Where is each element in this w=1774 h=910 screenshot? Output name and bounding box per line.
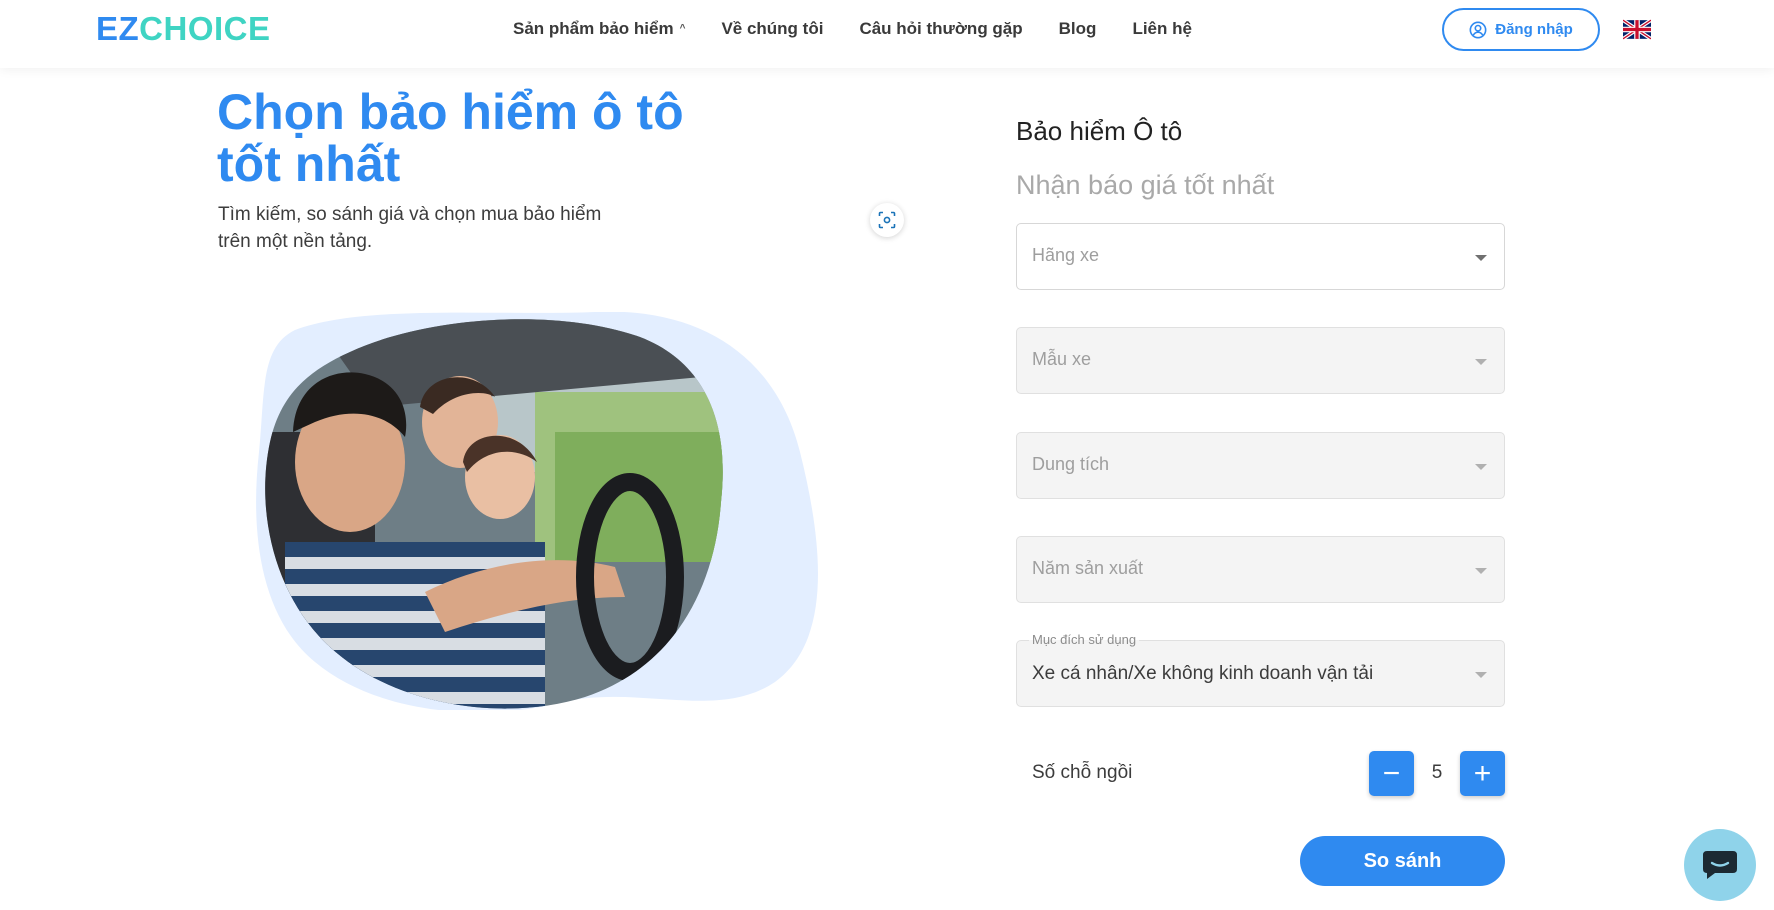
car-brand-placeholder: Hãng xe — [1032, 245, 1100, 265]
compare-button[interactable]: So sánh — [1300, 836, 1505, 886]
usage-purpose-select[interactable]: Mục đích sử dụng Xe cá nhân/Xe không kin… — [1016, 632, 1505, 707]
car-model-select[interactable]: Mẫu xe — [1016, 327, 1505, 394]
dropdown-arrow-icon — [1475, 672, 1487, 678]
top-nav-bar: EZCHOICE Sản phẩm bảo hiểm ^ Về chúng tô… — [0, 0, 1774, 68]
engine-capacity-placeholder: Dung tích — [1032, 454, 1110, 474]
dropdown-arrow-icon — [1475, 568, 1487, 574]
nav-item-products[interactable]: Sản phẩm bảo hiểm ^ — [513, 18, 685, 40]
scan-button[interactable] — [870, 203, 904, 237]
car-brand-select[interactable]: Hãng xe — [1016, 223, 1505, 290]
chat-widget-button[interactable] — [1684, 829, 1756, 901]
nav-item-about[interactable]: Về chúng tôi — [721, 18, 823, 40]
hero-family-car-illustration — [256, 312, 818, 710]
nav-item-blog-label: Blog — [1058, 19, 1097, 38]
login-button[interactable]: Đăng nhập — [1442, 8, 1600, 51]
engine-capacity-select[interactable]: Dung tích — [1016, 432, 1505, 499]
logo-choice-text: CHOICE — [139, 10, 271, 47]
nav-item-faq[interactable]: Câu hỏi thường gặp — [859, 18, 1022, 40]
car-model-placeholder: Mẫu xe — [1032, 349, 1092, 369]
chat-icon — [1703, 851, 1737, 879]
hero-subtitle: Tìm kiếm, so sánh giá và chọn mua bảo hi… — [218, 204, 602, 252]
main-nav: Sản phẩm bảo hiểm ^ Về chúng tôi Câu hỏi… — [513, 18, 1228, 40]
nav-item-faq-label: Câu hỏi thường gặp — [859, 19, 1023, 38]
seats-increment-button[interactable]: + — [1460, 751, 1505, 796]
dropdown-arrow-icon — [1475, 359, 1487, 365]
dropdown-arrow-icon — [1475, 255, 1487, 261]
seats-value: 5 — [1431, 762, 1443, 783]
login-button-label: Đăng nhập — [1495, 21, 1573, 38]
chevron-up-icon: ^ — [679, 23, 686, 34]
scan-icon — [878, 211, 896, 229]
seats-decrement-button[interactable]: − — [1369, 751, 1414, 796]
nav-item-blog[interactable]: Blog — [1059, 18, 1097, 40]
ezchoice-logo[interactable]: EZCHOICE — [96, 10, 271, 48]
dropdown-arrow-icon — [1475, 464, 1487, 470]
uk-flag-icon[interactable] — [1623, 19, 1651, 40]
nav-item-about-label: Về chúng tôi — [721, 19, 824, 38]
manufacture-year-placeholder: Năm sản xuất — [1032, 558, 1144, 578]
form-title: Bảo hiểm Ô tô — [1016, 116, 1183, 146]
nav-item-contact-label: Liên hệ — [1132, 19, 1192, 38]
usage-purpose-label: Mục đích sử dụng — [1029, 632, 1140, 648]
usage-purpose-value: Xe cá nhân/Xe không kinh doanh vận tải — [1032, 663, 1374, 684]
hero-title: Chọn bảo hiểm ô tô tốt nhất — [217, 84, 684, 192]
seats-label: Số chỗ ngồi — [1032, 762, 1133, 783]
nav-item-contact[interactable]: Liên hệ — [1132, 18, 1192, 40]
manufacture-year-select[interactable]: Năm sản xuất — [1016, 536, 1505, 603]
logo-ez-text: EZ — [96, 10, 140, 47]
user-circle-icon — [1469, 21, 1487, 38]
nav-item-products-label: Sản phẩm bảo hiểm — [513, 19, 674, 38]
form-subtitle: Nhận báo giá tốt nhất — [1016, 170, 1275, 200]
